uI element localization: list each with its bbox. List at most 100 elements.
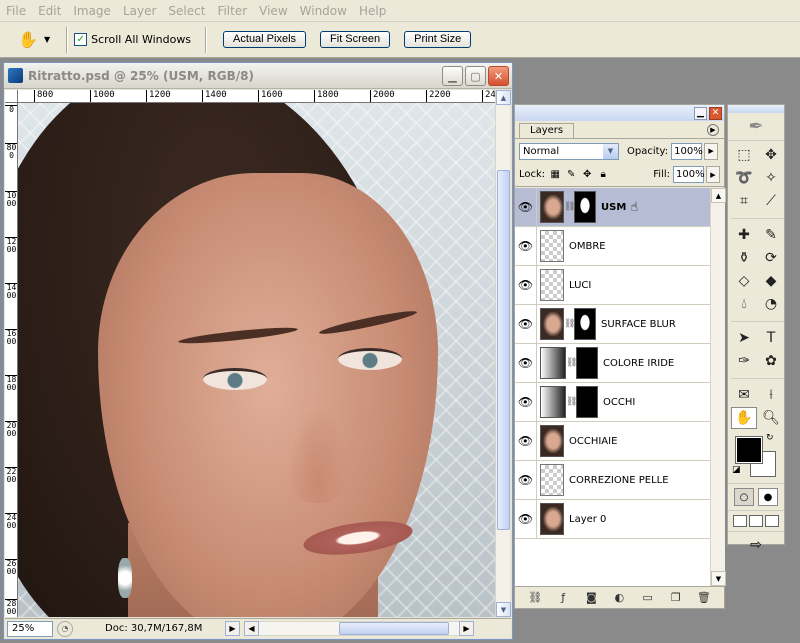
palette-minimize-button[interactable]: ▁ [694, 106, 707, 120]
history-brush-tool-icon[interactable]: ⟳ [758, 247, 784, 269]
scroll-right-arrow-icon[interactable]: ▶ [459, 621, 474, 636]
foreground-color-swatch[interactable] [735, 436, 763, 464]
minimize-button[interactable]: ▁ [442, 66, 463, 86]
layer-row-colore-iride[interactable]: 👁︎ ⛓︎ COLORE IRIDE [515, 343, 710, 383]
blur-tool-icon[interactable]: 💧︎ [731, 293, 757, 315]
hand-tool-preset-icon[interactable]: ✋ [14, 26, 42, 54]
menu-window[interactable]: Window [294, 0, 353, 22]
visibility-eye-icon[interactable]: 👁︎ [515, 499, 537, 539]
dodge-tool-icon[interactable]: ◔ [758, 293, 784, 315]
zoom-field[interactable]: 25% [7, 620, 53, 637]
fill-field[interactable]: 100% [673, 166, 705, 183]
scroll-left-arrow-icon[interactable]: ◀ [244, 621, 259, 636]
slice-tool-icon[interactable]: ⟋ [758, 190, 784, 212]
add-mask-icon[interactable]: ◙ [583, 591, 599, 604]
lasso-tool-icon[interactable]: ➰ [731, 167, 757, 189]
scroll-thumb[interactable] [339, 622, 449, 635]
layer-style-fx-icon[interactable]: ƒ [555, 591, 571, 604]
paint-bucket-tool-icon[interactable]: ◆ [758, 270, 784, 292]
vertical-scrollbar[interactable]: ▲ ▼ [495, 90, 511, 617]
zoom-tool-icon[interactable]: 🔍︎ [758, 407, 784, 429]
blend-mode-select[interactable]: Normal ▼ [519, 142, 619, 160]
chevron-down-icon[interactable]: ▼ [44, 35, 50, 44]
mask-link-chain-icon[interactable]: ⛓︎ [564, 319, 575, 329]
visibility-eye-icon[interactable]: 👁︎ [515, 304, 537, 344]
trash-icon[interactable]: 🗑︎ [696, 591, 712, 604]
layer-mask-thumbnail[interactable] [574, 308, 596, 340]
menu-edit[interactable]: Edit [32, 0, 67, 22]
visibility-eye-icon[interactable]: 👁︎ [515, 265, 537, 305]
layer-row-occhiaie[interactable]: 👁︎ OCCHIAIE [515, 421, 710, 461]
layer-row-layer-0[interactable]: 👁︎ Layer 0 [515, 499, 710, 539]
marquee-tool-icon[interactable]: ⬚ [731, 144, 757, 166]
visibility-eye-icon[interactable]: 👁︎ [515, 382, 537, 422]
eraser-tool-icon[interactable]: ◇ [731, 270, 757, 292]
hand-tool-icon[interactable]: ✋ [731, 407, 757, 429]
full-screen-menu-mode-icon[interactable] [749, 515, 763, 527]
quick-mask-mode-icon[interactable]: ● [758, 488, 778, 506]
tab-layers[interactable]: Layers [519, 123, 575, 138]
feather-logo-icon[interactable]: ✒ [728, 113, 784, 141]
menu-image[interactable]: Image [67, 0, 117, 22]
mask-link-chain-icon[interactable]: ⛓︎ [566, 358, 577, 368]
link-layers-icon[interactable]: ⛓︎ [527, 591, 543, 604]
new-group-folder-icon[interactable]: ▭ [640, 591, 656, 604]
layer-row-ombre[interactable]: 👁︎ OMBRE [515, 226, 710, 266]
fill-slider-arrow-icon[interactable]: ▶ [706, 166, 720, 183]
new-adjustment-layer-icon[interactable]: ◐ [611, 591, 627, 604]
visibility-eye-icon[interactable]: 👁︎ [515, 188, 537, 227]
document-title-bar[interactable]: Ritratto.psd @ 25% (USM, RGB/8) ▁ ▢ ✕ [4, 63, 512, 89]
layer-row-surface-blur[interactable]: 👁︎ ⛓︎ SURFACE BLUR [515, 304, 710, 344]
menu-view[interactable]: View [253, 0, 293, 22]
layer-mask-thumbnail[interactable] [574, 191, 596, 223]
visibility-eye-icon[interactable]: 👁︎ [515, 421, 537, 461]
layer-row-usm[interactable]: 👁︎ ⛓︎ USM ☝ [515, 188, 710, 227]
tools-title-bar[interactable] [728, 105, 784, 113]
move-tool-icon[interactable]: ✥ [758, 144, 784, 166]
menu-help[interactable]: Help [353, 0, 392, 22]
palette-menu-icon[interactable]: ▶ [707, 124, 719, 136]
scroll-all-windows-checkbox[interactable]: ✓ Scroll All Windows [74, 33, 191, 46]
palette-close-button[interactable]: ✕ [709, 106, 722, 120]
layer-mask-thumbnail[interactable] [576, 347, 598, 379]
jump-to-imageready-icon[interactable]: ⇨ [728, 531, 784, 557]
lock-position-move-icon[interactable]: ✥ [581, 169, 593, 181]
crop-tool-icon[interactable]: ⌗ [731, 190, 757, 212]
maximize-button[interactable]: ▢ [465, 66, 486, 86]
menu-file[interactable]: File [0, 0, 32, 22]
layer-row-luci[interactable]: 👁︎ LUCI [515, 265, 710, 305]
horizontal-ruler[interactable]: 800 1000 1200 1400 1600 1800 2000 2200 2… [18, 90, 498, 103]
visibility-eye-icon[interactable]: 👁︎ [515, 460, 537, 500]
layer-row-occhi[interactable]: 👁︎ ⛓︎ OCCHI [515, 382, 710, 422]
magic-wand-tool-icon[interactable]: ✧ [758, 167, 784, 189]
notes-tool-icon[interactable]: ✉ [731, 384, 757, 406]
standard-screen-mode-icon[interactable] [733, 515, 747, 527]
menu-filter[interactable]: Filter [211, 0, 253, 22]
lock-transparency-icon[interactable]: ▦ [549, 169, 561, 181]
scroll-thumb[interactable] [497, 170, 510, 530]
standard-mode-icon[interactable]: ○ [734, 488, 754, 506]
lock-image-brush-icon[interactable]: ✎ [565, 169, 577, 181]
status-info-icon[interactable]: ◔ [57, 620, 73, 637]
layer-mask-thumbnail[interactable] [576, 386, 598, 418]
opacity-field[interactable]: 100% [671, 142, 703, 160]
brush-tool-icon[interactable]: ✎ [758, 224, 784, 246]
layers-scrollbar[interactable]: ▲ ▼ [710, 188, 726, 586]
mask-link-chain-icon[interactable]: ⛓︎ [564, 202, 575, 212]
new-layer-icon[interactable]: ❐ [668, 591, 684, 604]
scroll-up-arrow-icon[interactable]: ▲ [496, 90, 511, 105]
opacity-slider-arrow-icon[interactable]: ▶ [704, 142, 719, 160]
path-selection-tool-icon[interactable]: ➤ [731, 327, 757, 349]
vertical-ruler[interactable]: 0 800 1000 1200 1400 1600 1800 2000 2200… [5, 103, 18, 617]
type-tool-icon[interactable]: T [758, 327, 784, 349]
eyedropper-tool-icon[interactable]: ⟊ [758, 384, 784, 406]
pen-tool-icon[interactable]: ✑ [731, 350, 757, 372]
mask-link-chain-icon[interactable]: ⛓︎ [566, 397, 577, 407]
scroll-down-arrow-icon[interactable]: ▼ [711, 571, 726, 586]
visibility-eye-icon[interactable]: 👁︎ [515, 226, 537, 266]
menu-select[interactable]: Select [162, 0, 211, 22]
clone-stamp-tool-icon[interactable]: ⚱ [731, 247, 757, 269]
close-button[interactable]: ✕ [488, 66, 509, 86]
print-size-button[interactable]: Print Size [404, 31, 472, 48]
menu-layer[interactable]: Layer [117, 0, 162, 22]
